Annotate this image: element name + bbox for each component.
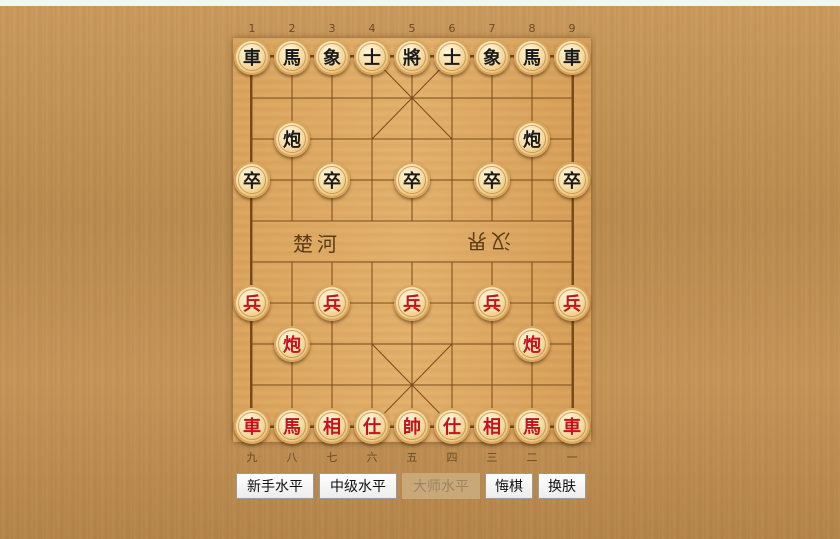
file-number-bottom: 八 [286, 451, 298, 464]
piece-label: 炮 [283, 335, 301, 356]
novice-level-button[interactable]: 新手水平 [236, 473, 314, 499]
intermediate-level-button[interactable]: 中级水平 [319, 473, 397, 499]
file-number-bottom: 九 [246, 451, 258, 464]
piece-label: 車 [563, 48, 581, 69]
file-number-bottom: 六 [366, 451, 378, 464]
red-piece[interactable]: 兵 [234, 285, 270, 321]
piece-label: 仕 [363, 417, 381, 438]
piece-label: 兵 [403, 294, 421, 315]
black-piece[interactable]: 象 [474, 39, 510, 75]
master-level-button[interactable]: 大师水平 [402, 473, 480, 499]
piece-label: 馬 [283, 417, 301, 438]
red-piece[interactable]: 兵 [554, 285, 590, 321]
red-piece[interactable]: 兵 [314, 285, 350, 321]
black-piece[interactable]: 士 [434, 39, 470, 75]
xiangqi-board[interactable]: 楚河 汉界 [233, 38, 591, 442]
piece-label: 車 [563, 417, 581, 438]
top-bar [0, 0, 840, 6]
piece-label: 車 [243, 417, 261, 438]
red-piece[interactable]: 炮 [274, 326, 310, 362]
piece-label: 士 [443, 48, 461, 69]
red-piece[interactable]: 帥 [394, 408, 430, 444]
black-piece[interactable]: 卒 [234, 162, 270, 198]
black-piece[interactable]: 卒 [554, 162, 590, 198]
file-number-bottom: 二 [526, 451, 538, 464]
piece-label: 馬 [523, 48, 541, 69]
piece-label: 卒 [563, 171, 581, 192]
piece-label: 卒 [483, 171, 501, 192]
red-piece[interactable]: 相 [314, 408, 350, 444]
piece-label: 仕 [443, 417, 461, 438]
file-number-top: 6 [448, 22, 456, 35]
file-number-top: 4 [368, 22, 376, 35]
file-number-top: 1 [248, 22, 256, 35]
file-number-top: 8 [528, 22, 536, 35]
piece-label: 兵 [323, 294, 341, 315]
red-piece[interactable]: 馬 [274, 408, 310, 444]
piece-label: 炮 [523, 335, 541, 356]
piece-label: 卒 [243, 171, 261, 192]
black-piece[interactable]: 馬 [274, 39, 310, 75]
piece-label: 帥 [403, 417, 421, 438]
black-piece[interactable]: 象 [314, 39, 350, 75]
piece-label: 兵 [483, 294, 501, 315]
file-number-bottom: 五 [406, 451, 418, 464]
piece-label: 卒 [403, 171, 421, 192]
piece-label: 象 [323, 48, 341, 69]
piece-label: 兵 [563, 294, 581, 315]
black-piece[interactable]: 車 [234, 39, 270, 75]
piece-label: 將 [403, 48, 421, 69]
river-label-hanjie: 汉界 [463, 229, 511, 253]
piece-label: 卒 [323, 171, 341, 192]
red-piece[interactable]: 馬 [514, 408, 550, 444]
file-number-bottom: 一 [566, 451, 578, 464]
black-piece[interactable]: 炮 [514, 121, 550, 157]
red-piece[interactable]: 車 [234, 408, 270, 444]
river-label-chuhe: 楚河 [293, 232, 341, 256]
black-piece[interactable]: 卒 [394, 162, 430, 198]
piece-label: 車 [243, 48, 261, 69]
black-piece[interactable]: 炮 [274, 121, 310, 157]
file-number-bottom: 三 [486, 451, 498, 464]
black-piece[interactable]: 將 [394, 39, 430, 75]
piece-label: 炮 [523, 130, 541, 151]
undo-button[interactable]: 悔棋 [485, 473, 533, 499]
piece-label: 相 [483, 417, 501, 438]
piece-label: 象 [483, 48, 501, 69]
piece-label: 馬 [283, 48, 301, 69]
red-piece[interactable]: 兵 [394, 285, 430, 321]
piece-label: 馬 [523, 417, 541, 438]
piece-label: 相 [323, 417, 341, 438]
file-number-top: 3 [328, 22, 336, 35]
file-number-bottom: 七 [326, 451, 338, 464]
file-number-top: 5 [408, 22, 416, 35]
file-number-top: 7 [488, 22, 496, 35]
red-piece[interactable]: 仕 [434, 408, 470, 444]
change-skin-button[interactable]: 换肤 [538, 473, 586, 499]
file-number-top: 9 [568, 22, 576, 35]
red-piece[interactable]: 車 [554, 408, 590, 444]
black-piece[interactable]: 卒 [314, 162, 350, 198]
red-piece[interactable]: 相 [474, 408, 510, 444]
red-piece[interactable]: 仕 [354, 408, 390, 444]
black-piece[interactable]: 馬 [514, 39, 550, 75]
red-piece[interactable]: 炮 [514, 326, 550, 362]
piece-label: 兵 [243, 294, 261, 315]
black-piece[interactable]: 車 [554, 39, 590, 75]
file-number-top: 2 [288, 22, 296, 35]
red-piece[interactable]: 兵 [474, 285, 510, 321]
black-piece[interactable]: 卒 [474, 162, 510, 198]
piece-label: 炮 [283, 130, 301, 151]
black-piece[interactable]: 士 [354, 39, 390, 75]
board-grid [250, 55, 574, 428]
file-number-bottom: 四 [446, 451, 458, 464]
piece-label: 士 [363, 48, 381, 69]
